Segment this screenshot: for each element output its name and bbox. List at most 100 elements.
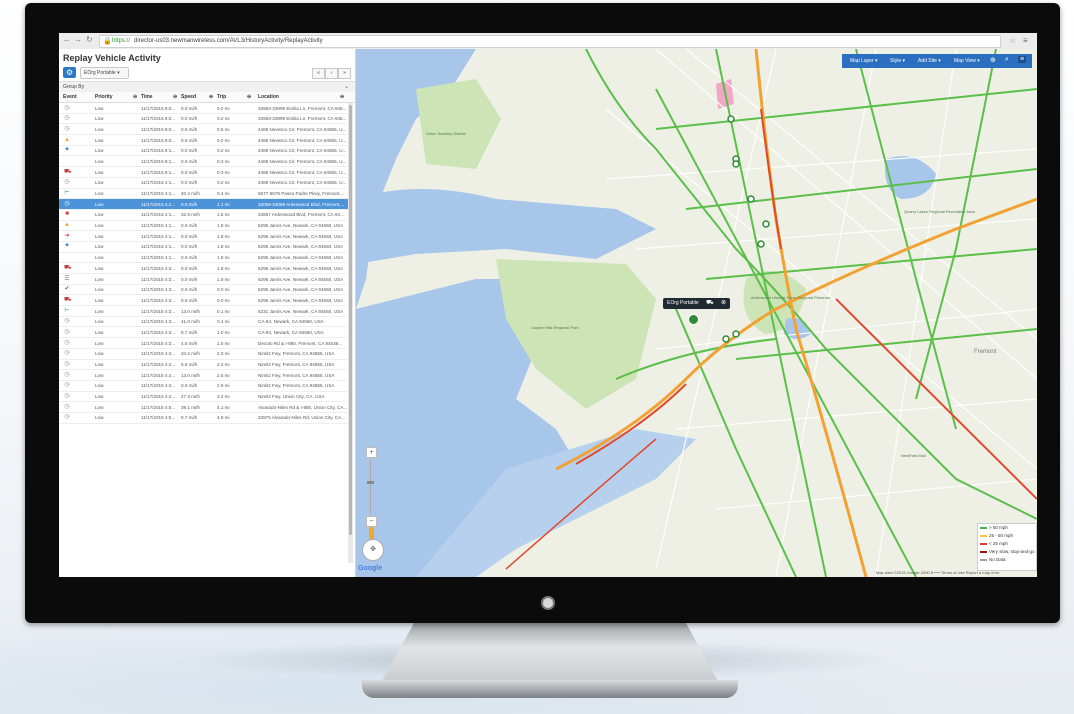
traffic-legend: > 50 mph 25 - 50 mph < 25 mph Very slow, st… [977,523,1037,571]
event-blank [64,254,70,260]
col-event[interactable]: Event [63,94,77,100]
vehicle-select[interactable]: EOrg Portable ▾ [80,67,129,79]
cell-time: 11/17/2015 4:3... [141,308,176,314]
table-row[interactable]: ◷ Low 11/17/2015 4:3... 8.7 mi/h 1.0 mi CA-84… [59,327,349,339]
power-button[interactable] [541,596,555,610]
cell-trip: 4.9 mi [217,415,230,421]
table-row[interactable]: ⊢ Low 11/17/2015 4:3... 13.0 mi/h 0.1 mi 6231… [59,306,349,317]
table-row[interactable]: ■ Low 11/17/2015 4:1... 32.9 mi/h 1.6 mi 3486… [59,210,349,221]
col-location[interactable]: Location [258,94,279,100]
cell-speed: 0.0 mi/h [181,180,198,186]
cell-priority: Low [95,297,104,303]
cell-time: 11/17/2015 4:3... [141,276,176,282]
search-icon[interactable]: ⌕ [1005,56,1009,64]
table-row[interactable]: ⛟ Low 11/17/2015 8:1... 0.0 mi/h 0.3 mi 4488 … [59,167,349,178]
cell-time: 11/17/2015 8:0... [141,126,176,132]
table-row[interactable]: ◷ Low 11/17/2015 4:3... 4.5 mi/h 1.5 mi Decot… [59,338,349,349]
browser-menu-icon[interactable]: ≡ [1023,36,1028,45]
settings-gear-icon[interactable]: ⚙ [63,67,76,78]
map-layer-button[interactable]: Map Layer ▾ [850,58,878,64]
cell-priority: Low [95,116,104,122]
sort-icon[interactable]: ⊖ [209,94,213,100]
forward-arrow-icon[interactable]: → [74,36,82,44]
cell-speed: 0.0 mi/h [181,383,198,389]
vehicle-info-label[interactable]: EOrg Portable ⛟ ⊗ [663,298,731,309]
clock-icon: ◷ [64,382,70,389]
add-site-button[interactable]: Add Site ▾ [918,58,941,64]
legend-item: Very slow, stop-and-go [978,548,1036,556]
legend-item: 25 - 50 mph [978,532,1036,540]
table-row[interactable]: ⛟ Low 11/17/2015 4:3... 0.0 mi/h 1.8 mi 6295 … [59,263,349,274]
table-scrollbar-thumb[interactable] [349,105,352,535]
zoom-slider-handle[interactable] [367,481,374,484]
col-priority[interactable]: Priority [95,94,113,100]
stop-icon: ■ [65,211,69,218]
table-row[interactable]: ⊢ Low 11/17/2015 4:1... 40.4 mi/h 0.4 mi 5577… [59,189,349,200]
vehicle-marker[interactable] [688,314,699,325]
cell-priority: Low [95,137,104,143]
menu-icon[interactable]: ≡ [1018,56,1027,63]
col-speed[interactable]: Speed [181,94,196,100]
address-bar[interactable]: 🔒 https:// director-us03.newmanwireless.… [99,35,1001,48]
table-row[interactable]: ◷ Low 11/17/2015 8:0... 0.6 mi/h 0.6 mi 4488 … [59,124,349,136]
map-view[interactable]: Union Sanitary District Coyote Hills Reg… [356,49,1037,577]
table-row[interactable]: ✷ Low 11/17/2015 8:1... 0.0 mi/h 0.2 mi 4488 … [59,146,349,157]
play-button[interactable]: › [325,68,338,79]
table-row[interactable]: Low 11/17/2015 4:1... 0.0 mi/h 1.8 mi 6295 J… [59,253,349,264]
clock-icon: ◷ [64,339,70,346]
table-row[interactable]: ◷ Low 11/17/2015 4:5... 39.1 mi/h 4.1 mi Alva… [59,402,349,413]
table-row[interactable]: ◷ Low 11/17/2015 4:1... 0.0 mi/h 0.2 mi 4488 … [59,178,349,189]
cell-speed: 32.9 mi/h [181,212,200,218]
style-button[interactable]: Style ▾ [890,58,905,64]
screen: ← → ↻ 🔒 https:// director-us03.newmanwir… [59,33,1037,577]
cell-speed: 39.1 mi/h [181,404,200,410]
table-row[interactable]: ◷ Low 11/17/2015 8:0... 0.0 mi/h 0.2 mi 33963… [59,114,349,125]
table-row[interactable]: ◷ Low 11/17/2015 4:5... 8.7 mi/h 4.9 mi 32875… [59,413,349,424]
rewind-button[interactable]: « [312,68,325,79]
zoom-slider-track[interactable] [370,459,371,514]
table-row[interactable]: ◷ Low 11/17/2015 4:4... 34.2 mi/h 2.0 mi Nimi… [59,349,349,360]
table-row[interactable]: ◷ Low 11/17/2015 8:0... 0.0 mi/h 0.2 mi 33963… [59,103,349,114]
sort-icon[interactable]: ⊖ [133,94,137,100]
locate-icon[interactable]: ⊕ [990,56,996,64]
back-arrow-icon[interactable]: ← [63,36,71,44]
table-row[interactable]: ◷ Low 11/17/2015 4:3... 41.0 mi/h 0.4 mi CA-8… [59,317,349,328]
cell-priority: Low [95,319,104,325]
table-row[interactable]: ▲ Low 11/17/2015 4:1... 0.0 mi/h 1.8 mi 6295 … [59,221,349,232]
zoom-in-button[interactable]: + [366,447,377,458]
cell-time: 11/17/2015 4:3... [141,340,176,346]
cell-trip: 2.9 mi [217,383,230,389]
lock-icon: 🔒 [103,38,112,45]
table-row[interactable]: ▲ Low 11/17/2015 8:0... 0.6 mi/h 0.2 mi 4488 … [59,135,349,146]
street-view-pegman-icon[interactable] [369,527,374,539]
table-row[interactable]: ⛟ Low 11/17/2015 4:3... 0.6 mi/h 0.0 mi 6295 … [59,295,349,307]
table-row[interactable]: ✔ Low 11/17/2015 4:3... 0.0 mi/h 0.0 mi 6295 … [59,285,349,296]
legend-item: > 50 mph [978,524,1036,532]
ignition-on-icon: ⊢ [64,190,70,196]
reload-icon[interactable]: ↻ [86,36,93,44]
sort-icon[interactable]: ⊖ [247,94,251,100]
table-row[interactable]: ◷ Low 11/17/2015 4:1... 0.0 mi/h 1.1 mi 34059… [59,199,349,210]
map-canvas[interactable] [356,49,1037,577]
bookmark-star-icon[interactable]: ☆ [1009,36,1016,45]
sort-icon[interactable]: ⊖ [173,94,177,100]
fast-forward-button[interactable]: » [338,68,351,79]
close-icon[interactable]: ⊗ [721,300,726,306]
map-view-button[interactable]: Map View ▾ [954,58,980,64]
cell-trip: 4.1 mi [217,404,230,410]
sort-icon[interactable]: ⊖ [340,94,344,100]
table-row[interactable]: ➔ Low 11/17/2015 4:1... 0.0 mi/h 1.8 mi 6295 … [59,231,349,242]
table-row[interactable]: ✷ Low 11/17/2015 4:1... 0.0 mi/h 1.8 mi 6295 … [59,242,349,253]
table-row[interactable]: ◷ Low 11/17/2015 4:4... 0.0 mi/h 2.9 mi Nimit… [59,381,349,392]
pan-control[interactable]: ✥ [362,539,384,561]
col-time[interactable]: Time [141,94,153,100]
cell-speed: 0.0 mi/h [181,255,198,261]
table-row[interactable]: ◷ Low 11/17/2015 4:4... 6.8 mi/h 2.2 mi Nimit… [59,360,349,371]
cell-location: Nimitz Fwy, Union City, CA, USA [258,394,325,400]
table-row[interactable]: Low 11/17/2015 8:1... 0.0 mi/h 0.3 mi 4488 N… [59,156,349,168]
table-row[interactable]: ◷ Low 11/17/2015 4:4... 13.0 mi/h 2.5 mi Nimi… [59,370,349,381]
table-row[interactable]: ◷ Low 11/17/2015 4:4... 27.3 mi/h 3.2 mi Nimi… [59,392,349,403]
zoom-out-button[interactable]: − [366,516,377,527]
table-row[interactable]: ☰ Low 11/17/2015 4:3... 0.0 mi/h 1.8 mi 6295 … [59,274,349,285]
col-trip[interactable]: Trip [217,94,226,100]
